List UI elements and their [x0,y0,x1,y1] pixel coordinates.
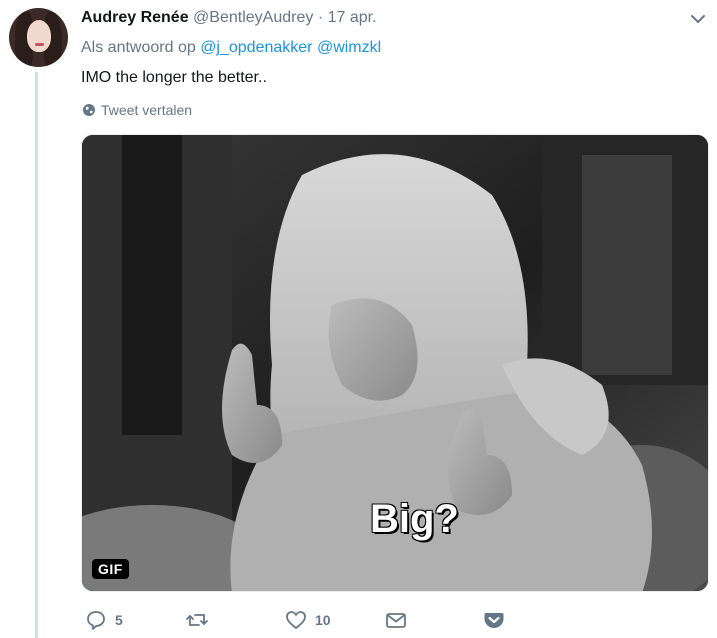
tweet-header: Audrey Renée @BentleyAudrey · 17 apr. [81,8,377,28]
tweet: Audrey Renée @BentleyAudrey · 17 apr. Al… [0,0,717,638]
mail-icon [386,613,406,628]
username[interactable]: @BentleyAudrey [193,9,313,26]
reply-count: 5 [115,612,123,628]
gif-media[interactable]: Big? GIF [81,134,709,592]
separator-dot: · [317,9,324,26]
globe-icon [83,104,95,116]
mention-link[interactable]: @j_opdenakker [200,39,312,56]
thread-line [35,72,38,638]
save-to-pocket-button[interactable] [483,609,505,631]
like-button[interactable]: 10 [285,609,331,631]
pocket-icon [484,613,504,628]
display-name[interactable]: Audrey Renée [81,9,189,26]
tweet-text: IMO the longer the better.. [81,69,267,86]
mention-link[interactable]: @wimzkl [317,39,381,56]
translate-label: Tweet vertalen [101,102,193,118]
reply-button[interactable]: 5 [85,609,123,631]
caret-down-icon[interactable] [689,12,707,26]
avatar[interactable] [9,8,68,67]
reply-context: Als antwoord op @j_opdenakker @wimzkl [81,38,381,58]
like-count: 10 [315,612,331,628]
reply-icon [87,611,105,630]
timestamp[interactable]: 17 apr. [328,9,377,26]
direct-message-button[interactable] [385,609,407,631]
retweet-icon [186,614,208,626]
retweet-button[interactable] [185,609,217,631]
translate-link[interactable]: Tweet vertalen [82,101,192,119]
heart-icon [286,611,306,629]
reply-prefix: Als antwoord op [81,39,196,56]
gif-badge: GIF [92,559,129,579]
gif-caption: Big? [370,497,459,541]
